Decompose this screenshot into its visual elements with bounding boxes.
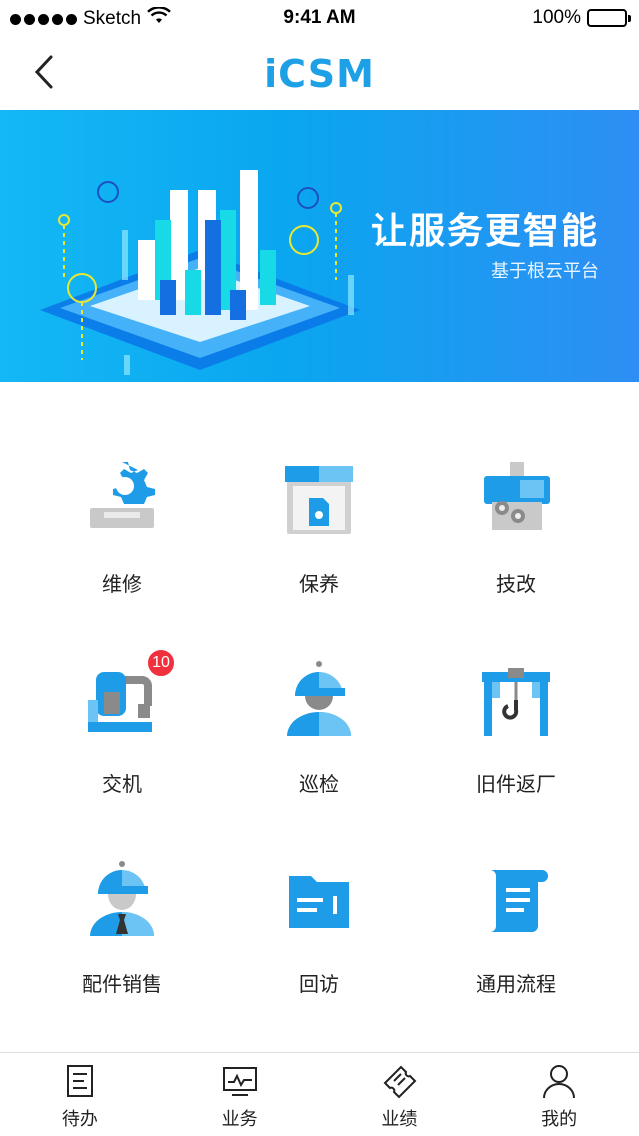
document-scroll-icon <box>476 860 556 940</box>
tab-todo[interactable]: 待办 <box>0 1053 160 1136</box>
grid-item-general-process[interactable]: 通用流程 <box>418 782 614 996</box>
grid-item-inspection[interactable]: 巡检 <box>221 582 417 796</box>
tab-label: 业务 <box>221 1109 258 1130</box>
todo-list-icon <box>66 1065 93 1097</box>
folder-icon <box>279 860 359 940</box>
grid-item-repair[interactable]: 维修 <box>24 382 220 596</box>
grid-item-label: 回访 <box>299 972 339 996</box>
data-city-illustration <box>40 170 360 375</box>
oil-shop-icon <box>279 460 359 540</box>
feature-grid: 维修 保养 技改 10 交机 巡检 旧件返厂 配件销售 回访 通用流程 <box>0 382 639 1052</box>
inspector-icon <box>279 660 359 740</box>
banner-subtitle: 基于根云平台 <box>491 261 599 282</box>
salesperson-icon <box>82 860 162 940</box>
machine-delivery-icon: 10 <box>82 648 176 740</box>
grid-item-label: 配件销售 <box>82 972 162 996</box>
hero-banner[interactable]: 让服务更智能 基于根云平台 <box>0 110 639 382</box>
grid-item-tech-upgrade[interactable]: 技改 <box>418 382 614 596</box>
battery-percent: 100% <box>532 7 581 28</box>
nav-bar: iCSM <box>0 38 639 110</box>
app-logo: iCSM <box>264 52 375 96</box>
gear-repair-icon <box>82 460 162 540</box>
tab-label: 业绩 <box>381 1109 418 1130</box>
tab-mine[interactable]: 我的 <box>479 1053 639 1136</box>
banner-title: 让服务更智能 <box>370 211 599 252</box>
user-icon <box>543 1065 576 1099</box>
grid-item-delivery[interactable]: 10 交机 <box>24 582 220 796</box>
notification-badge: 10 <box>146 648 176 678</box>
monitor-chart-icon <box>222 1067 257 1096</box>
tab-business[interactable]: 业务 <box>160 1053 320 1136</box>
battery-icon <box>587 9 631 27</box>
status-right: 100% <box>532 7 631 29</box>
grid-item-return[interactable]: 旧件返厂 <box>418 582 614 796</box>
grid-item-label: 通用流程 <box>476 972 556 996</box>
tab-performance[interactable]: 业绩 <box>320 1053 480 1136</box>
tab-label: 待办 <box>61 1109 98 1130</box>
tab-label: 我的 <box>541 1109 578 1130</box>
gantry-crane-icon <box>476 660 556 740</box>
grid-item-follow-up[interactable]: 回访 <box>221 782 417 996</box>
ticket-icon <box>383 1065 417 1099</box>
grid-item-parts-sales[interactable]: 配件销售 <box>24 782 220 996</box>
grid-item-maintenance[interactable]: 保养 <box>221 382 417 596</box>
tab-bar: 待办 业务 业绩 我的 <box>0 1052 639 1136</box>
status-bar: Sketch 9:41 AM 100% <box>0 0 639 38</box>
machine-upgrade-icon <box>476 460 556 540</box>
